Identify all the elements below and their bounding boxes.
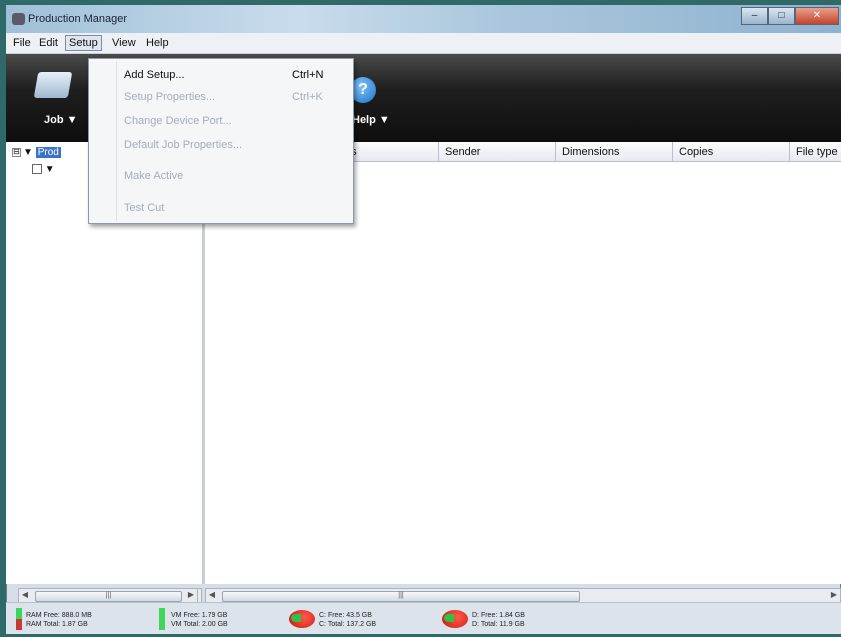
ram-meter-icon [16, 608, 22, 630]
filter-icon: ▼ [23, 147, 33, 158]
drive-c-pie-icon [289, 610, 315, 628]
menu-setup[interactable]: Setup [65, 35, 102, 51]
setup-dropdown-menu: Add Setup... Ctrl+N Setup Properties... … [88, 58, 354, 224]
job-menu-button[interactable]: Job ▼ [44, 114, 78, 126]
ram-total-label: RAM Total: 1.87 GB [26, 621, 88, 628]
shortcut-setup-properties: Ctrl+K [292, 91, 323, 103]
ram-stats: RAM Free: 888.0 MB RAM Total: 1.87 GB [26, 611, 92, 629]
drive-c-free-label: C: Free: 43.5 GB [319, 612, 372, 619]
column-copies[interactable]: Copies [679, 146, 713, 158]
menu-edit[interactable]: Edit [36, 36, 61, 50]
drive-d-pie-icon [442, 610, 468, 628]
menu-item-change-device-port[interactable]: Change Device Port... [124, 115, 232, 127]
maximize-button[interactable]: □ [768, 7, 795, 25]
menu-item-make-active[interactable]: Make Active [124, 170, 183, 182]
menu-bar: File Edit Setup View Help [6, 33, 841, 54]
title-bar: Production Manager – □ ✕ [6, 5, 841, 33]
scroll-right-icon[interactable]: ▶ [185, 590, 197, 599]
scroll-left-icon[interactable]: ◀ [206, 590, 218, 599]
drive-d-stats: D: Free: 1.84 GB D: Total: 11.9 GB [472, 611, 525, 629]
scroll-left-icon[interactable]: ◀ [19, 590, 31, 599]
window-title: Production Manager [28, 13, 128, 25]
filter-icon: ▼ [44, 164, 55, 175]
scroll-thumb[interactable]: ||| [35, 591, 182, 602]
minimize-button[interactable]: – [741, 7, 768, 25]
scroll-thumb[interactable]: ||| [222, 591, 580, 602]
vm-free-label: VM Free: 1.79 GB [171, 612, 228, 619]
drive-d-free-label: D: Free: 1.84 GB [472, 612, 525, 619]
drive-c-total-label: C: Total: 137.2 GB [319, 621, 377, 628]
scroll-right-icon[interactable]: ▶ [828, 590, 840, 599]
app-icon [12, 13, 25, 25]
tree-horizontal-scrollbar[interactable]: ◀ ||| ▶ [18, 588, 198, 603]
window-controls: – □ ✕ [741, 7, 839, 25]
tree-child-item[interactable]: ▼ [32, 164, 55, 175]
tree-checkbox[interactable] [32, 164, 42, 175]
close-button[interactable]: ✕ [795, 7, 839, 25]
vm-stats: VM Free: 1.79 GB VM Total: 2.00 GB [171, 611, 228, 629]
menu-item-setup-properties[interactable]: Setup Properties... [124, 91, 215, 103]
shortcut-add-setup: Ctrl+N [292, 69, 324, 81]
menu-item-test-cut[interactable]: Test Cut [124, 202, 164, 214]
tree-root-item[interactable]: ⊟ ▼ Prod [12, 147, 61, 158]
menu-item-add-setup[interactable]: Add Setup... [124, 69, 185, 81]
drive-c-stats: C: Free: 43.5 GB C: Total: 137.2 GB [319, 611, 376, 629]
tree-root-label[interactable]: Prod [35, 147, 61, 158]
column-file-type[interactable]: File type [796, 146, 838, 158]
vm-meter-icon [159, 608, 165, 630]
help-menu-button[interactable]: Help ▼ [352, 114, 390, 126]
ram-free-label: RAM Free: 888.0 MB [26, 612, 92, 619]
status-bar: RAM Free: 888.0 MB RAM Total: 1.87 GB VM… [6, 602, 841, 634]
menu-view[interactable]: View [109, 36, 139, 50]
app-window: Production Manager – □ ✕ File Edit Setup… [6, 5, 841, 634]
drive-d-total-label: D: Total: 11.9 GB [472, 621, 525, 628]
vm-total-label: VM Total: 2.00 GB [171, 621, 228, 628]
tree-expander-icon[interactable]: ⊟ [12, 147, 21, 157]
list-horizontal-scrollbar[interactable]: ◀ ||| ▶ [205, 588, 841, 603]
menu-help[interactable]: Help [143, 36, 172, 50]
folder-icon[interactable] [33, 72, 73, 98]
menu-file[interactable]: File [10, 36, 34, 50]
column-sender[interactable]: Sender [445, 146, 480, 158]
menu-item-default-job-properties[interactable]: Default Job Properties... [124, 139, 242, 151]
column-dimensions[interactable]: Dimensions [562, 146, 619, 158]
